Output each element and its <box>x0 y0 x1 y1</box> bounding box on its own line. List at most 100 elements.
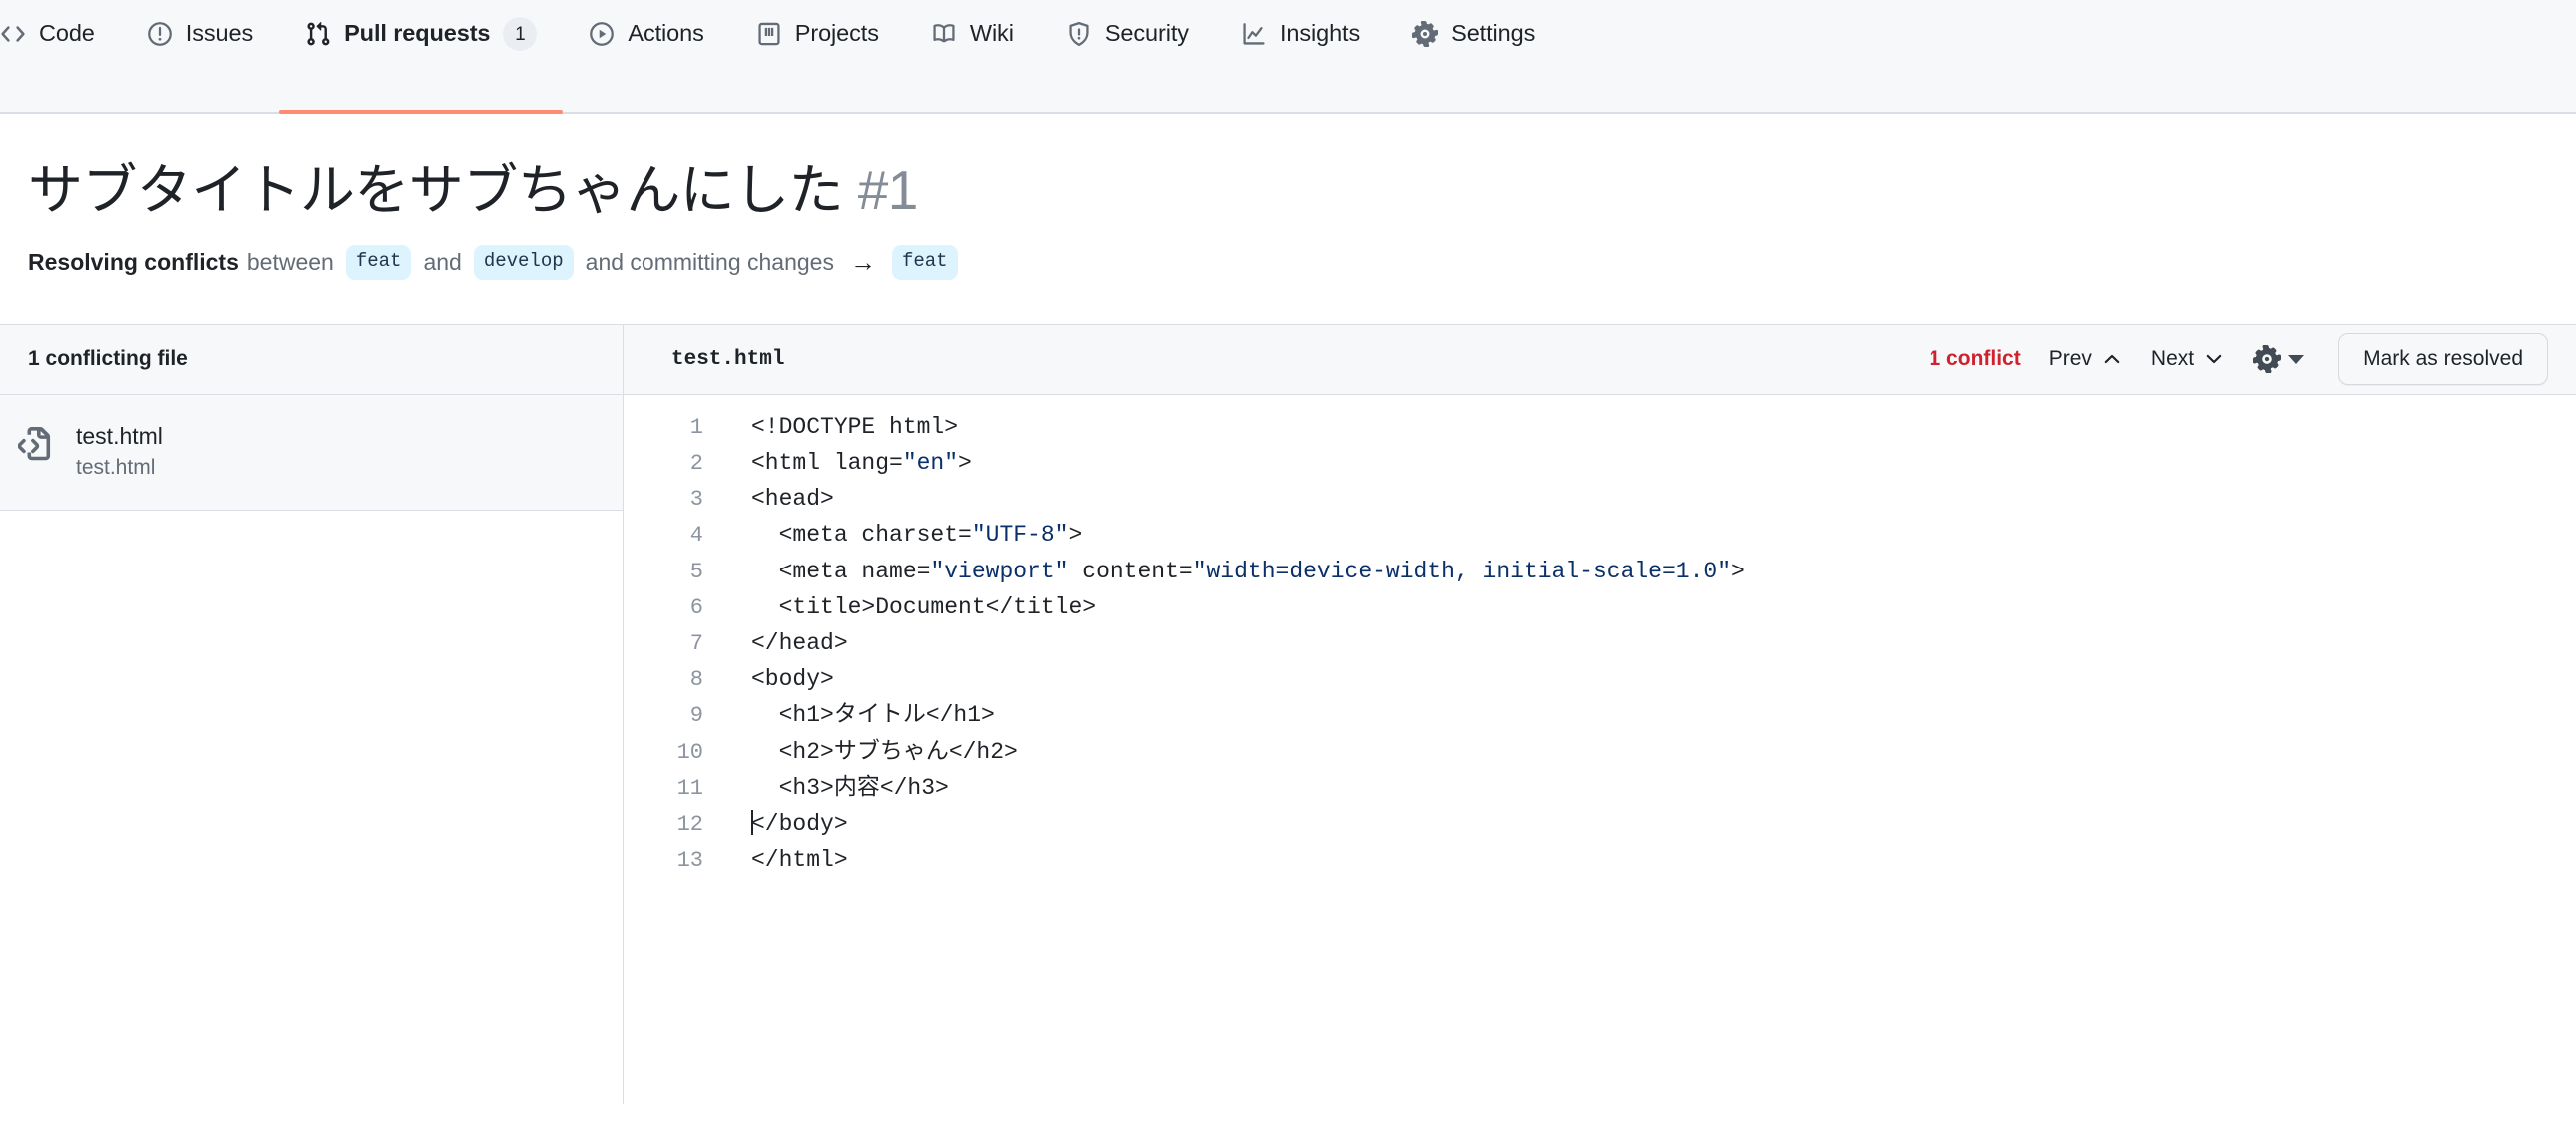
code-line: 6 <title>Document</title> <box>624 589 2576 625</box>
code-token: <body> <box>751 666 834 693</box>
code-line: 4 <meta charset="UTF-8"> <box>624 517 2576 553</box>
branch-chip-head[interactable]: develop <box>473 245 574 280</box>
pull-request-header: サブタイトルをサブちゃんにした #1 Resolving conflicts b… <box>0 114 2576 282</box>
nav-tab-pull-requests[interactable]: Pull requests 1 <box>279 0 564 114</box>
caret-down-icon <box>2288 354 2305 364</box>
conflict-editor-pane: test.html 1 conflict Prev Next Mark as r… <box>624 324 2576 1104</box>
code-line-content[interactable]: </body> <box>703 806 848 842</box>
code-line-content[interactable]: <meta charset="UTF-8"> <box>703 517 1083 553</box>
code-token-string: "en" <box>902 450 959 477</box>
nav-tab-settings[interactable]: Settings <box>1386 0 1561 112</box>
shield-icon <box>1066 21 1092 91</box>
code-token: content= <box>1068 558 1193 584</box>
code-line: 9 <h1>タイトル</h1> <box>624 697 2576 733</box>
conflicting-files-sidebar: 1 conflicting file test.html test.html <box>0 324 624 1104</box>
conflict-resolution-body: 1 conflicting file test.html test.html te… <box>0 323 2576 1104</box>
code-line: 12 </body> <box>624 806 2576 842</box>
code-line-content[interactable]: <h1>タイトル</h1> <box>703 697 995 733</box>
code-line: 10 <h2>サブちゃん</h2> <box>624 734 2576 770</box>
arrow-right-icon: → <box>849 246 876 277</box>
between-label: between <box>246 249 334 276</box>
code-token: > <box>958 450 972 477</box>
code-line: 8 <body> <box>624 661 2576 697</box>
nav-tab-code[interactable]: Code <box>0 0 121 112</box>
chevron-down-icon <box>2203 348 2225 370</box>
line-number: 10 <box>676 739 703 765</box>
nav-tab-insights[interactable]: Insights <box>1215 0 1386 112</box>
code-token: <h3>内容</h3> <box>751 774 949 801</box>
play-icon <box>589 21 615 91</box>
code-line-content[interactable]: <meta name="viewport" content="width=dev… <box>703 554 1745 589</box>
code-token-string: "UTF-8" <box>971 522 1069 549</box>
code-token: </body> <box>751 810 848 837</box>
repo-nav-tabs: Code Issues Pull requests 1 Actions Projects W… <box>0 0 1561 114</box>
page-title: サブタイトルをサブちゃんにした #1 <box>28 158 2548 223</box>
code-token: <meta name= <box>751 558 931 584</box>
code-token: </html> <box>751 847 848 874</box>
editor-toolbar-actions: 1 conflict Prev Next Mark as resolved <box>1929 333 2548 386</box>
line-number: 13 <box>676 848 703 874</box>
next-conflict-button[interactable]: Next <box>2151 347 2225 371</box>
nav-tab-wiki[interactable]: Wiki <box>905 0 1040 112</box>
conflict-count-badge: 1 conflict <box>1929 347 2021 371</box>
line-number: 4 <box>689 523 703 549</box>
prev-conflict-label: Prev <box>2048 347 2092 371</box>
list-item[interactable]: test.html test.html <box>0 394 623 512</box>
file-name: test.html <box>76 422 163 449</box>
code-token: <h1>タイトル</h1> <box>751 702 995 729</box>
nav-tab-actions[interactable]: Actions <box>563 0 729 112</box>
code-line-content[interactable]: <head> <box>703 481 834 517</box>
line-number: 5 <box>689 559 703 584</box>
conflicting-files-heading: 1 conflicting file <box>0 324 623 395</box>
editor-toolbar: test.html 1 conflict Prev Next Mark as r… <box>624 324 2576 395</box>
pr-title-text: サブタイトルをサブちゃんにした <box>28 159 844 221</box>
branch-chip-base[interactable]: feat <box>345 245 412 280</box>
file-code-icon <box>18 426 56 465</box>
code-line-content[interactable]: <h3>内容</h3> <box>703 770 949 806</box>
code-line: 7 </head> <box>624 625 2576 661</box>
code-line-content[interactable]: </html> <box>703 842 848 878</box>
code-line: 13 </html> <box>624 842 2576 878</box>
nav-tab-projects[interactable]: Projects <box>730 0 905 112</box>
code-line-content[interactable]: <h2>サブちゃん</h2> <box>703 734 1018 770</box>
editor-filename: test.html <box>671 347 785 371</box>
nav-tab-issues[interactable]: Issues <box>121 0 279 112</box>
code-icon <box>0 21 26 91</box>
chevron-up-icon <box>2101 348 2123 370</box>
nav-tab-label: Issues <box>185 20 254 47</box>
code-line-content[interactable]: <!DOCTYPE html> <box>703 409 958 445</box>
code-line: 5 <meta name="viewport" content="width=d… <box>624 554 2576 589</box>
and-label-1: and <box>423 249 462 276</box>
file-meta: test.html test.html <box>76 423 163 481</box>
code-token: <!DOCTYPE html> <box>751 413 959 440</box>
nav-tab-label: Pull requests <box>344 20 491 47</box>
file-path: test.html <box>76 456 156 480</box>
git-pull-request-icon <box>305 21 331 91</box>
code-token-string: "width=device-width, initial-scale=1.0" <box>1192 558 1731 584</box>
code-token: > <box>1068 522 1083 549</box>
code-line-content[interactable]: <title>Document</title> <box>703 589 1096 625</box>
prev-conflict-button[interactable]: Prev <box>2049 347 2123 371</box>
code-line-content[interactable]: <html lang="en"> <box>703 445 972 481</box>
editor-settings-button[interactable] <box>2253 345 2305 374</box>
line-number: 1 <box>689 414 703 440</box>
line-number: 8 <box>689 667 703 693</box>
code-editor[interactable]: 1 <!DOCTYPE html> 2 <html lang="en"> 3 <head>… <box>624 394 2576 1104</box>
branch-chip-target[interactable]: feat <box>891 245 958 280</box>
code-token: <meta charset= <box>751 522 972 549</box>
and-committing-label: and committing changes <box>585 249 834 276</box>
nav-tab-label: Settings <box>1451 20 1536 47</box>
code-token: <html lang= <box>751 450 903 477</box>
line-number: 9 <box>689 703 703 729</box>
code-line-content[interactable]: </head> <box>703 625 848 661</box>
line-number: 11 <box>676 775 703 801</box>
table-icon <box>756 21 782 91</box>
line-number: 7 <box>689 631 703 657</box>
nav-tab-security[interactable]: Security <box>1040 0 1215 112</box>
code-token: <head> <box>751 486 834 513</box>
mark-as-resolved-button[interactable]: Mark as resolved <box>2338 333 2548 386</box>
code-line: 1 <!DOCTYPE html> <box>624 409 2576 445</box>
conflicting-file-list: test.html test.html <box>0 394 623 512</box>
code-line: 3 <head> <box>624 481 2576 517</box>
code-line-content[interactable]: <body> <box>703 661 834 697</box>
